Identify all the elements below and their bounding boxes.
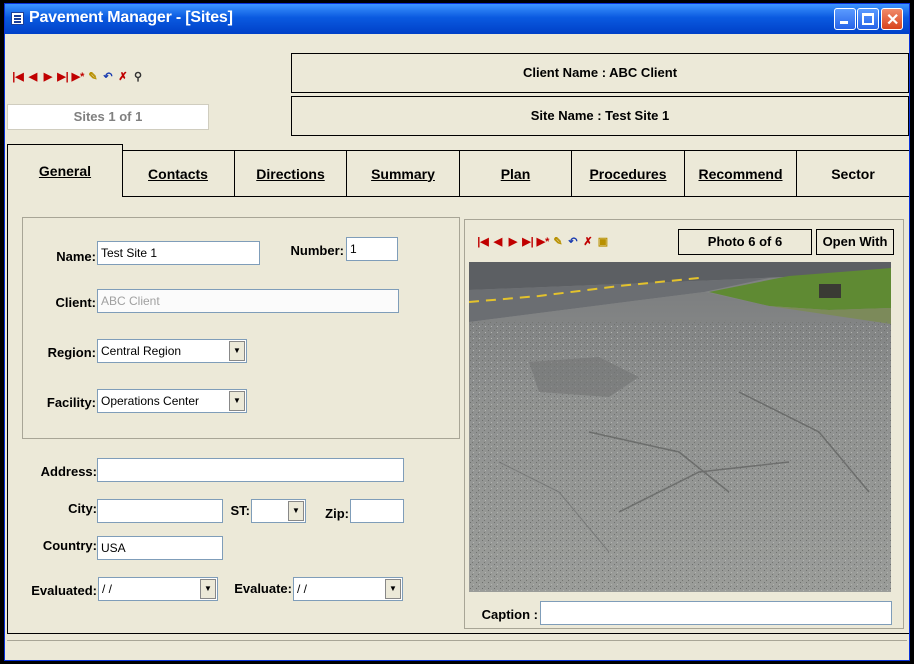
evaluated-date-field[interactable]: / / ▼ xyxy=(98,577,218,601)
tab-sector[interactable]: Sector xyxy=(797,150,909,196)
chevron-down-icon[interactable]: ▼ xyxy=(229,341,245,361)
tab-label: Directions xyxy=(256,165,325,182)
tab-plan[interactable]: Plan xyxy=(460,150,572,196)
st-select[interactable]: ▼ xyxy=(251,499,306,523)
app-icon[interactable] xyxy=(11,12,24,25)
region-label: Region: xyxy=(47,345,96,360)
open-with-button[interactable]: Open With xyxy=(816,229,894,255)
window-title: Pavement Manager - [Sites] xyxy=(29,9,233,26)
evaluate-label: Evaluate: xyxy=(234,581,292,596)
city-field[interactable] xyxy=(97,499,223,523)
tab-label: General xyxy=(38,163,92,179)
save-record-icon[interactable]: ✎ xyxy=(551,233,565,249)
address-field[interactable] xyxy=(97,458,404,482)
evaluated-label: Evaluated: xyxy=(31,583,97,598)
zip-label: Zip: xyxy=(325,506,349,521)
first-record-icon[interactable]: |◀ xyxy=(476,233,490,249)
zip-field[interactable] xyxy=(350,499,404,523)
name-label: Name: xyxy=(56,249,96,264)
delete-record-icon[interactable]: ✗ xyxy=(116,68,130,84)
minimize-icon xyxy=(840,21,848,24)
find-icon[interactable]: ⚲ xyxy=(131,68,145,84)
undo-icon[interactable]: ↶ xyxy=(566,233,580,249)
pavement-photo-image xyxy=(469,262,891,592)
title-bar[interactable]: Pavement Manager - [Sites] ✕ xyxy=(5,4,909,34)
tab-label: Summary xyxy=(371,165,435,182)
record-counter: Sites 1 of 1 xyxy=(7,104,209,130)
maximize-button[interactable] xyxy=(857,8,879,30)
new-record-icon[interactable]: ▶* xyxy=(536,233,550,249)
app-window: Pavement Manager - [Sites] ✕ |◀ ◀ ▶ ▶| ▶… xyxy=(4,3,910,661)
region-value: Central Region xyxy=(101,344,182,358)
name-field[interactable]: Test Site 1 xyxy=(97,241,260,265)
last-record-icon[interactable]: ▶| xyxy=(56,68,70,84)
evaluate-value: / / xyxy=(297,582,308,596)
delete-record-icon[interactable]: ✗ xyxy=(581,233,595,249)
caption-label: Caption : xyxy=(481,607,538,622)
site-photo xyxy=(469,262,891,592)
site-name-header: Site Name : Test Site 1 xyxy=(291,96,909,136)
save-record-icon[interactable]: ✎ xyxy=(86,68,100,84)
city-label: City: xyxy=(68,501,97,516)
photo-counter: Photo 6 of 6 xyxy=(678,229,812,255)
tab-label: Recommend xyxy=(698,165,783,182)
record-nav-toolbar: |◀ ◀ ▶ ▶| ▶* ✎ ↶ ✗ ⚲ xyxy=(11,68,145,84)
open-folder-icon[interactable]: ▣ xyxy=(596,233,610,249)
last-record-icon[interactable]: ▶| xyxy=(521,233,535,249)
tab-label: Plan xyxy=(500,165,531,182)
tab-strip: General Contacts Directions Summary Plan… xyxy=(7,144,909,197)
status-bar xyxy=(7,640,907,660)
tab-label: Sector xyxy=(831,165,875,182)
client-name-header: Client Name : ABC Client xyxy=(291,53,909,93)
tab-summary[interactable]: Summary xyxy=(347,150,460,196)
tab-contacts[interactable]: Contacts xyxy=(122,150,235,196)
client-label: Client: xyxy=(55,295,96,310)
chevron-down-icon[interactable]: ▼ xyxy=(229,391,245,411)
prev-record-icon[interactable]: ◀ xyxy=(26,68,40,84)
address-label: Address: xyxy=(40,464,97,479)
next-record-icon[interactable]: ▶ xyxy=(41,68,55,84)
number-label: Number: xyxy=(290,243,344,258)
close-button[interactable]: ✕ xyxy=(881,8,903,30)
caption-field[interactable] xyxy=(540,601,892,625)
next-record-icon[interactable]: ▶ xyxy=(506,233,520,249)
region-select[interactable]: Central Region ▼ xyxy=(97,339,247,363)
tab-recommend[interactable]: Recommend xyxy=(685,150,797,196)
number-field[interactable]: 1 xyxy=(346,237,398,261)
facility-value: Operations Center xyxy=(101,394,200,408)
country-field[interactable]: USA xyxy=(97,536,223,560)
facility-select[interactable]: Operations Center ▼ xyxy=(97,389,247,413)
tab-general[interactable]: General xyxy=(7,144,123,197)
tab-directions[interactable]: Directions xyxy=(235,150,347,196)
st-label: ST: xyxy=(230,503,251,518)
tab-label: Procedures xyxy=(589,165,667,182)
prev-record-icon[interactable]: ◀ xyxy=(491,233,505,249)
chevron-down-icon[interactable]: ▼ xyxy=(288,501,304,521)
tab-procedures[interactable]: Procedures xyxy=(572,150,685,196)
close-icon: ✕ xyxy=(886,12,900,29)
new-record-icon[interactable]: ▶* xyxy=(71,68,85,84)
evaluated-value: / / xyxy=(102,582,113,596)
minimize-button[interactable] xyxy=(834,8,856,30)
maximize-icon xyxy=(862,13,874,25)
evaluate-date-field[interactable]: / / ▼ xyxy=(293,577,403,601)
chevron-down-icon[interactable]: ▼ xyxy=(385,579,401,599)
undo-icon[interactable]: ↶ xyxy=(101,68,115,84)
facility-label: Facility: xyxy=(46,395,96,410)
photo-nav-toolbar: |◀ ◀ ▶ ▶| ▶* ✎ ↶ ✗ ▣ xyxy=(476,233,610,249)
chevron-down-icon[interactable]: ▼ xyxy=(200,579,216,599)
client-field: ABC Client xyxy=(97,289,399,313)
first-record-icon[interactable]: |◀ xyxy=(11,68,25,84)
country-label: Country: xyxy=(42,538,97,553)
tab-label: Contacts xyxy=(148,165,208,182)
